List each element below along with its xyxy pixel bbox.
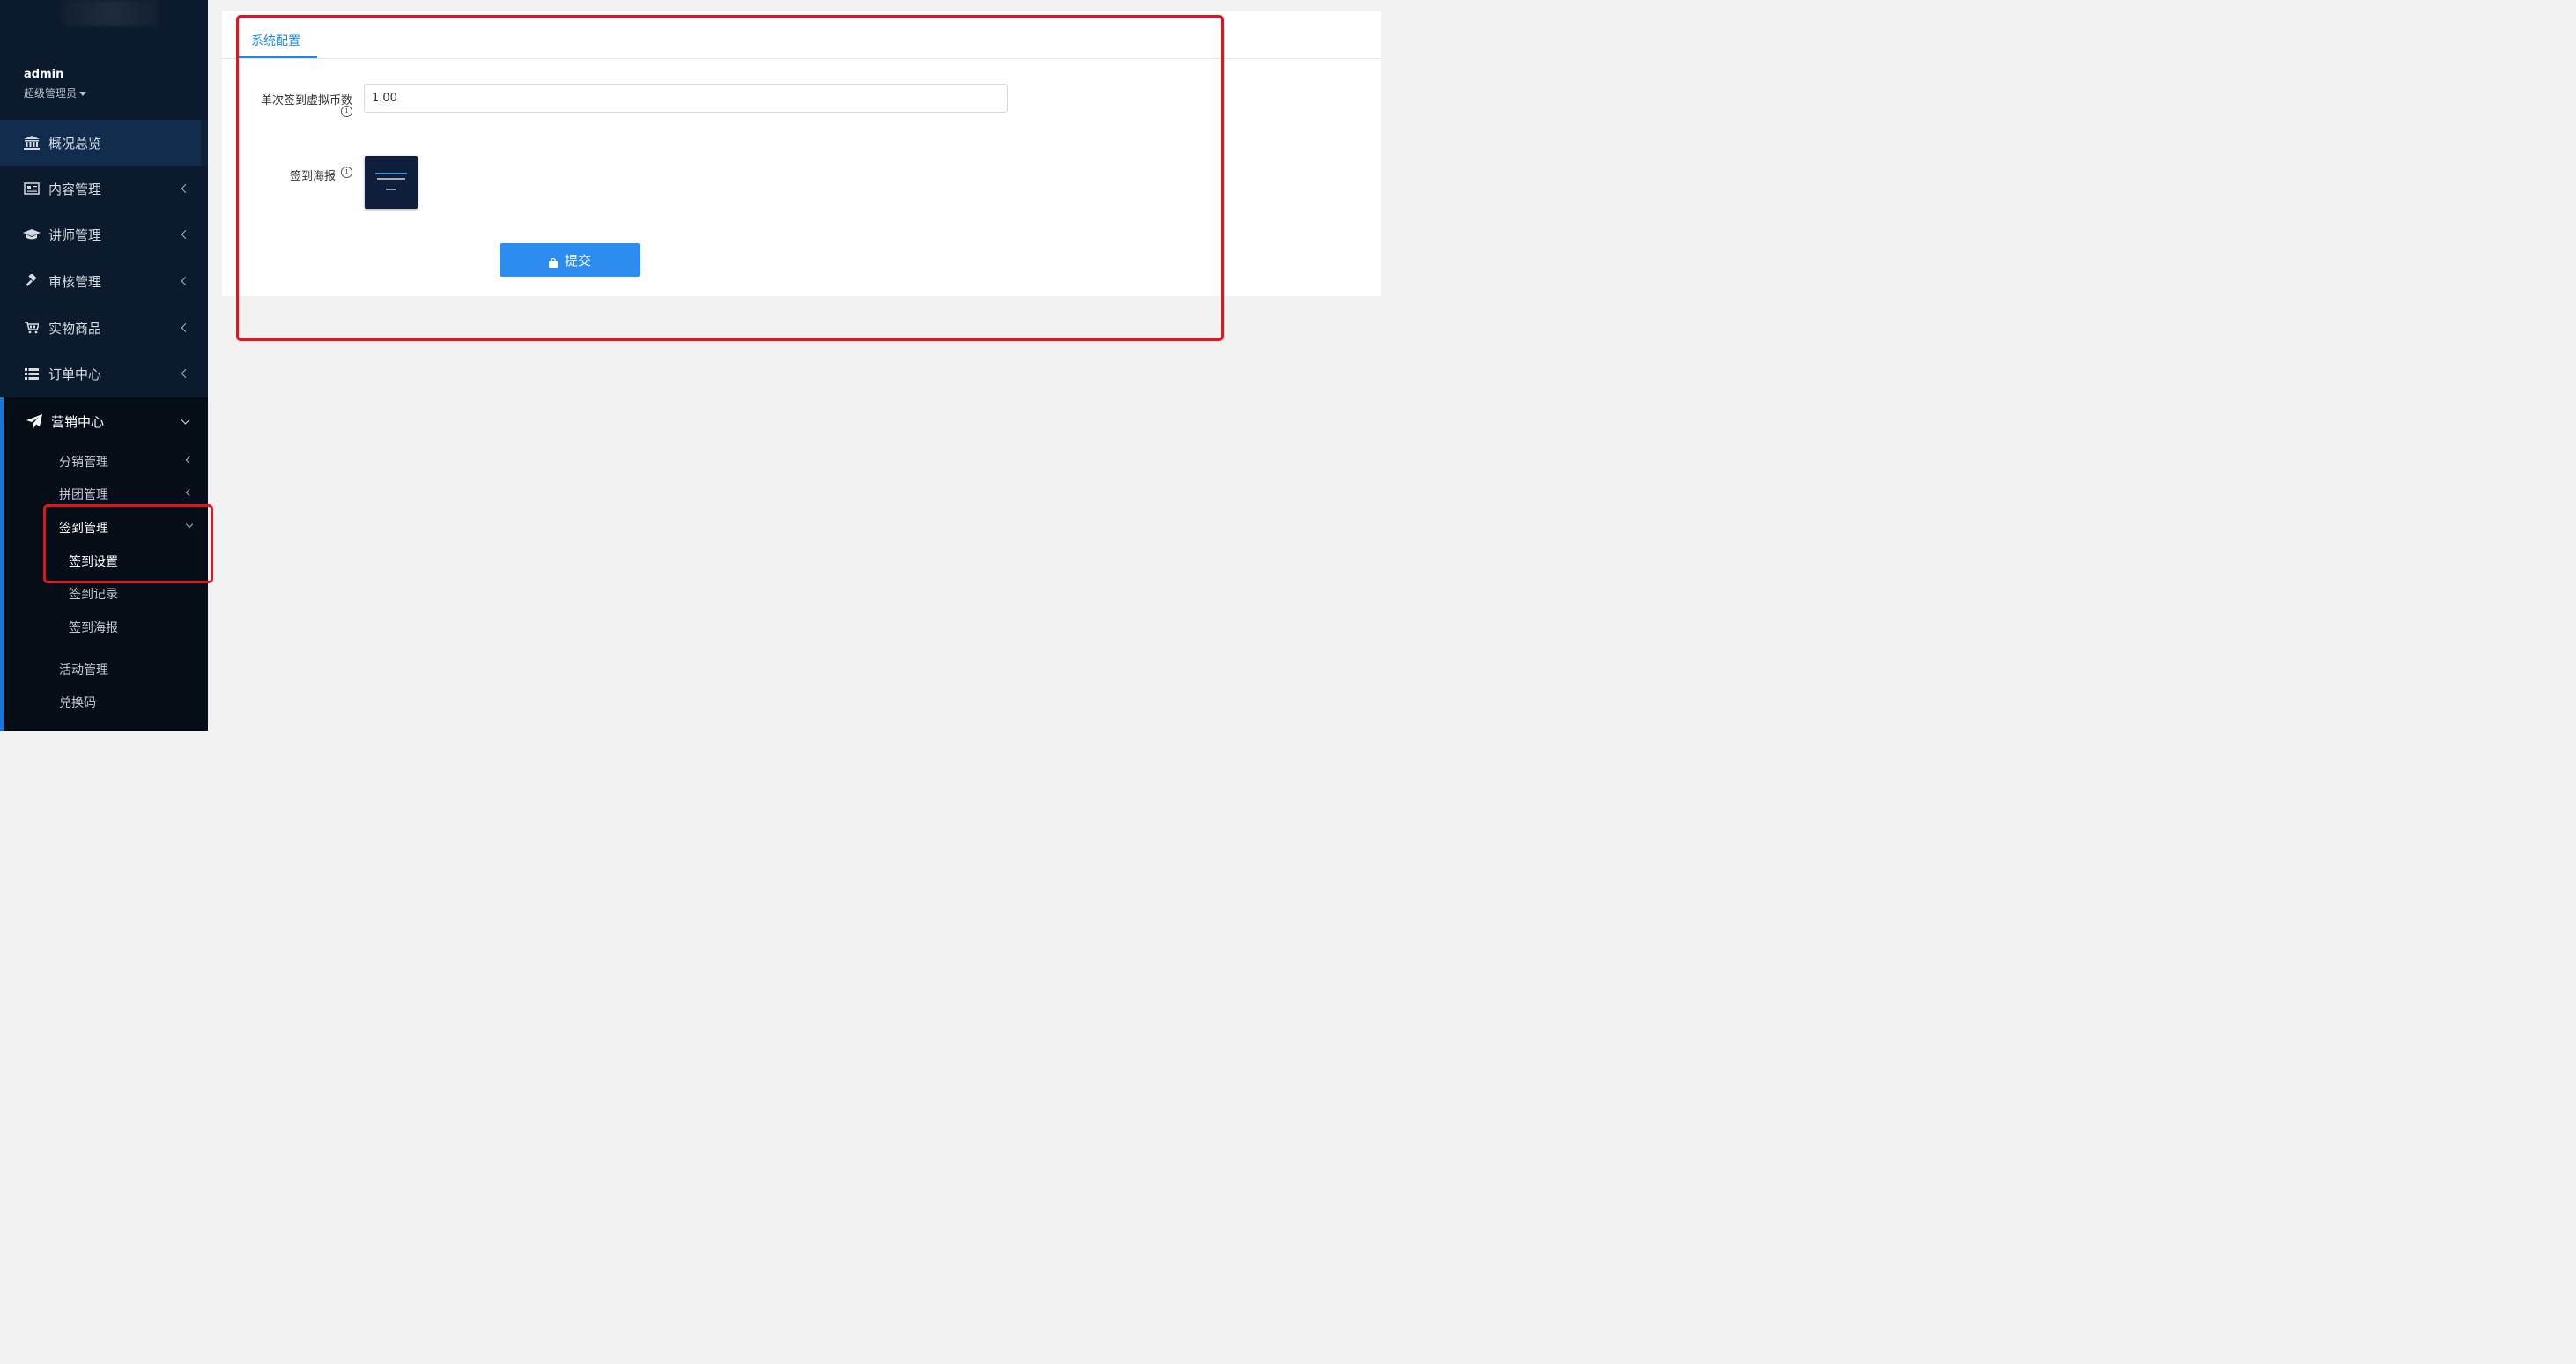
- bank-icon: [23, 134, 41, 152]
- chevron-left-icon: [181, 230, 190, 239]
- chevron-left-icon: [181, 369, 190, 378]
- chevron-left-icon: [181, 323, 190, 332]
- sidebar-item-checkin-records[interactable]: 签到记录: [69, 585, 118, 603]
- newspaper-icon: [23, 180, 41, 197]
- gavel-icon: [23, 272, 41, 290]
- cart-icon: [23, 319, 41, 337]
- sidebar-item-label: 审核管理: [48, 273, 102, 290]
- user-name: admin: [24, 68, 64, 81]
- sidebar-item-activities[interactable]: 活动管理: [59, 661, 108, 678]
- sidebar-item-label: 营销中心: [51, 413, 105, 430]
- sidebar-item-group-buy[interactable]: 拼团管理: [59, 486, 108, 503]
- sidebar-item-label: 订单中心: [48, 366, 102, 382]
- sidebar-item-goods[interactable]: 实物商品: [0, 305, 208, 351]
- chevron-down-icon: [181, 415, 190, 425]
- top-strip: [208, 0, 1381, 11]
- sidebar-item-label: 讲师管理: [48, 226, 102, 243]
- paper-plane-icon: [26, 413, 42, 429]
- sidebar-item-content[interactable]: 内容管理: [0, 166, 208, 211]
- sidebar-item-overview[interactable]: 概况总览: [0, 120, 208, 166]
- sidebar-item-teachers[interactable]: 讲师管理: [0, 211, 208, 257]
- user-role-label: 超级管理员: [24, 87, 78, 100]
- sidebar-item-checkin-poster[interactable]: 签到海报: [69, 619, 118, 636]
- caret-down-icon: [79, 92, 87, 96]
- logo: [62, 0, 159, 26]
- sidebar: admin 超级管理员 概况总览 内容管理 讲师管理 审核管理 实物商品 订单中…: [0, 0, 208, 731]
- sidebar-item-redeem-code[interactable]: 兑换码: [59, 693, 96, 711]
- list-icon: [23, 365, 41, 382]
- highlight-box-main: [236, 15, 1224, 341]
- chevron-left-icon: [181, 184, 190, 193]
- user-role-dropdown[interactable]: 超级管理员: [24, 85, 87, 100]
- sidebar-item-distribution[interactable]: 分销管理: [59, 453, 108, 471]
- chevron-left-icon: [181, 277, 190, 285]
- sidebar-item-marketing[interactable]: 营销中心: [0, 398, 208, 444]
- active-indicator: [0, 397, 4, 731]
- graduation-cap-icon: [23, 226, 41, 243]
- highlight-box-sidebar: [43, 504, 213, 583]
- sidebar-item-label: 实物商品: [48, 320, 102, 337]
- sidebar-item-orders[interactable]: 订单中心: [0, 351, 208, 397]
- sidebar-item-review[interactable]: 审核管理: [0, 258, 208, 304]
- sidebar-item-label: 内容管理: [48, 181, 102, 197]
- sidebar-item-label: 概况总览: [48, 135, 102, 152]
